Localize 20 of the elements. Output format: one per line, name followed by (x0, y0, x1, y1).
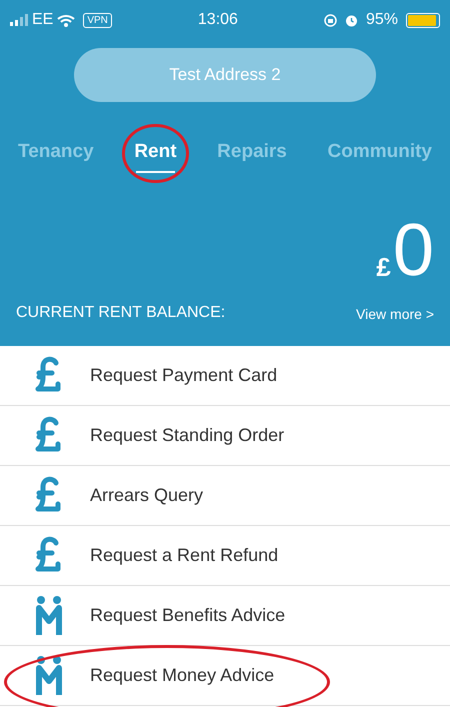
battery-icon (406, 12, 440, 28)
list-item[interactable]: Request Benefits Advice (0, 586, 450, 646)
list-item[interactable]: Request Payment Card (0, 346, 450, 406)
signal-icon (10, 14, 28, 26)
people-icon (34, 594, 64, 636)
battery-percent: 95% (366, 10, 398, 30)
list-item[interactable]: Request Money Advice (0, 646, 450, 706)
vpn-indicator: VPN (83, 12, 112, 28)
list-item[interactable]: Request a Rent Refund (0, 526, 450, 586)
list-item[interactable]: Request Standing Order (0, 406, 450, 466)
rotation-lock-icon (324, 14, 337, 26)
carrier-name: EE (32, 10, 54, 30)
wifi-icon (57, 14, 76, 26)
alarm-icon (344, 14, 358, 26)
currency-symbol: £ (376, 250, 391, 284)
balance-amount: 0 (392, 212, 434, 286)
balance-label: CURRENT RENT BALANCE: (16, 302, 226, 322)
status-time: 13:06 (198, 10, 238, 30)
list-item[interactable]: Arrears Query (0, 466, 450, 526)
people-icon (34, 654, 64, 696)
